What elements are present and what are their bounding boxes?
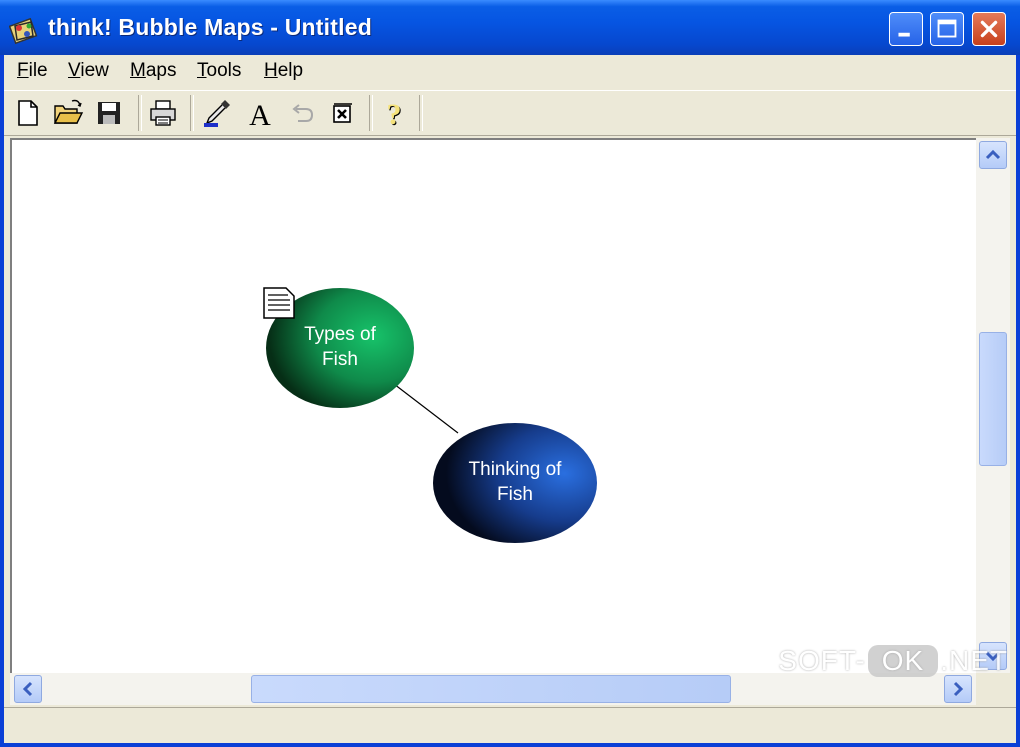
watermark: SOFT- OK .NET: [778, 645, 1008, 677]
app-logo-icon: [9, 17, 38, 45]
menu-help[interactable]: Help: [264, 60, 303, 82]
help-button[interactable]: ??: [379, 97, 411, 132]
print-button[interactable]: [147, 97, 179, 129]
menu-bar: File View Maps Tools Help: [4, 55, 1016, 89]
new-document-icon: [18, 100, 38, 126]
menu-view[interactable]: View: [68, 60, 109, 82]
color-dropper-button[interactable]: [201, 97, 233, 129]
print-icon: [150, 100, 176, 126]
scroll-up-button[interactable]: [979, 141, 1007, 169]
delete-button[interactable]: [327, 97, 359, 129]
close-icon: [980, 20, 998, 38]
help-icon: ??: [387, 98, 403, 132]
note-document-icon[interactable]: [263, 287, 295, 319]
new-document-button[interactable]: [12, 97, 44, 129]
bubble-label-thinking-of-fish: Thinking of Fish: [468, 459, 562, 505]
bubble-map: [263, 287, 597, 543]
chevron-right-icon: [953, 681, 964, 697]
maximize-button[interactable]: [930, 12, 964, 46]
save-disk-icon: [98, 102, 120, 124]
minimize-icon: [898, 32, 910, 37]
menu-file[interactable]: File: [17, 60, 48, 82]
svg-text:A: A: [249, 99, 271, 129]
bubble-label-types-of-fish: Types of Fish: [304, 324, 376, 370]
window-title: think! Bubble Maps - Untitled: [48, 14, 372, 40]
horizontal-scroll-thumb[interactable]: [251, 675, 731, 703]
chevron-left-icon: [22, 681, 33, 697]
open-folder-icon: [53, 99, 84, 124]
horizontal-scrollbar[interactable]: [10, 673, 976, 705]
save-button[interactable]: [93, 97, 125, 129]
bubble-connector: [393, 383, 459, 434]
toolbar-separator: [190, 95, 194, 131]
toolbar: A ??: [4, 90, 1016, 136]
vertical-scrollbar[interactable]: [976, 138, 1010, 673]
client-area: File View Maps Tools Help A ? ? Types of…: [4, 55, 1016, 743]
app-window: think! Bubble Maps - Untitled File View …: [0, 0, 1020, 747]
maximize-icon: [937, 19, 957, 38]
toolbar-separator: [138, 95, 142, 131]
vertical-scroll-thumb[interactable]: [979, 332, 1007, 466]
scroll-right-button[interactable]: [944, 675, 972, 703]
delete-icon: [333, 103, 352, 123]
minimize-button[interactable]: [889, 12, 923, 46]
map-canvas[interactable]: Types of Fish Thinking of Fish: [10, 138, 976, 673]
undo-button[interactable]: [286, 97, 318, 129]
toolbar-separator: [369, 95, 373, 131]
dropper-color-icon: [204, 100, 230, 127]
undo-icon: [292, 104, 314, 122]
open-button[interactable]: [52, 97, 84, 129]
menu-tools[interactable]: Tools: [197, 60, 241, 82]
status-bar: [4, 707, 1016, 743]
chevron-up-icon: [985, 149, 1001, 160]
scroll-left-button[interactable]: [14, 675, 42, 703]
font-button[interactable]: A: [244, 97, 276, 132]
scrollbar-corner: [976, 673, 1010, 705]
svg-text:?: ?: [387, 98, 402, 129]
close-button[interactable]: [972, 12, 1006, 46]
menu-maps[interactable]: Maps: [130, 60, 176, 82]
font-icon: A: [249, 99, 271, 132]
title-bar[interactable]: think! Bubble Maps - Untitled: [0, 0, 1020, 55]
toolbar-end-separator: [419, 95, 423, 131]
